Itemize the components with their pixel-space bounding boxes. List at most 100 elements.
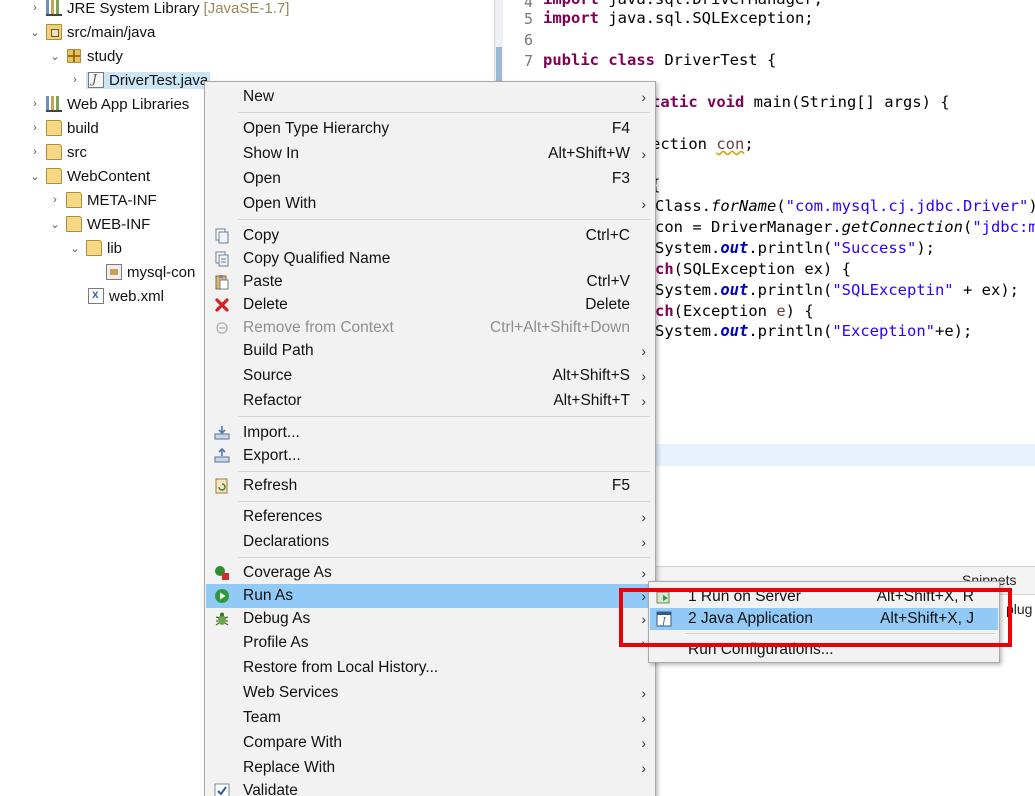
- menu-item-open-type-hierarchy[interactable]: Open Type Hierarchy F4: [206, 117, 654, 141]
- tree-item-label: study: [87, 47, 123, 65]
- expand-arrow-icon[interactable]: ›: [68, 73, 82, 87]
- code-line: import java.sql.SQLException;: [543, 9, 814, 27]
- menu-item-copy[interactable]: Copy Ctrl+C: [206, 224, 654, 248]
- submenu-arrow-icon: ›: [641, 685, 646, 701]
- tree-item-label: src: [67, 143, 87, 161]
- java-file-icon: [88, 72, 104, 88]
- menu-item-declarations[interactable]: Declarations ›: [206, 530, 654, 554]
- menu-item-source[interactable]: Source Alt+Shift+S ›: [206, 364, 654, 388]
- expand-arrow-icon[interactable]: ›: [28, 121, 42, 135]
- tree-item-label: lib: [107, 239, 123, 257]
- folder-icon: [46, 144, 62, 160]
- menu-item-compare-with[interactable]: Compare With ›: [206, 731, 654, 755]
- tree-item-build[interactable]: › build: [28, 116, 99, 140]
- menu-item-team[interactable]: Team ›: [206, 706, 654, 730]
- menu-item-run-as[interactable]: Run As ›: [206, 584, 654, 608]
- tree-item-label: META-INF: [87, 191, 157, 209]
- tree-item-label: WebContent: [67, 167, 151, 185]
- tree-item-web-app-libraries[interactable]: › Web App Libraries: [28, 92, 189, 116]
- menu-item-build-path[interactable]: Build Path ›: [206, 339, 654, 363]
- code-line: public class DriverTest {: [543, 51, 777, 69]
- submenu-arrow-icon: ›: [641, 735, 646, 751]
- menu-item-refactor[interactable]: Refactor Alt+Shift+T ›: [206, 389, 654, 413]
- tree-item-src[interactable]: › src: [28, 140, 87, 164]
- context-menu: New › Open Type Hierarchy F4 Show In Alt…: [204, 81, 656, 796]
- line-number: 6: [523, 31, 533, 49]
- menu-item-import[interactable]: Import...: [206, 421, 654, 445]
- package-icon: [67, 49, 81, 63]
- tree-item-label: build: [67, 119, 99, 137]
- expand-arrow-icon[interactable]: ›: [28, 1, 42, 15]
- folder-icon: [46, 168, 62, 184]
- menu-separator: [238, 557, 650, 558]
- submenu-arrow-icon: ›: [641, 146, 646, 162]
- menu-item-new[interactable]: New ›: [206, 85, 654, 109]
- tree-item-meta-inf[interactable]: › META-INF: [48, 188, 157, 212]
- menu-item-delete[interactable]: Delete Delete: [206, 293, 654, 317]
- collapse-arrow-icon[interactable]: ⌄: [48, 49, 62, 63]
- collapse-arrow-icon[interactable]: ⌄: [28, 169, 42, 183]
- line-number: 5: [523, 10, 533, 28]
- submenu-arrow-icon: ›: [641, 509, 646, 525]
- menu-item-replace-with[interactable]: Replace With ›: [206, 756, 654, 780]
- menu-item-references[interactable]: References ›: [206, 505, 654, 529]
- coverage-icon: [214, 565, 230, 581]
- folder-icon: [66, 192, 82, 208]
- menu-separator: [238, 471, 650, 472]
- refresh-icon: [214, 478, 230, 494]
- code-line: System.out.println("Exception"+e);: [655, 322, 973, 340]
- code-line: import java.sql.DriverManager;: [543, 0, 823, 8]
- tree-item-mysql-jar[interactable]: mysql-con: [106, 260, 195, 284]
- menu-item-paste[interactable]: Paste Ctrl+V: [206, 270, 654, 294]
- menu-item-open[interactable]: Open F3: [206, 167, 654, 191]
- submenu-arrow-icon: ›: [641, 393, 646, 409]
- menu-item-coverage-as[interactable]: Coverage As ›: [206, 561, 654, 585]
- menu-item-debug-as[interactable]: Debug As ›: [206, 607, 654, 631]
- tree-item-webcontent[interactable]: ⌄ WebContent: [28, 164, 150, 188]
- submenu-arrow-icon: ›: [641, 343, 646, 359]
- selected-tree-item[interactable]: DriverTest.java: [86, 71, 211, 89]
- validate-check-icon: [214, 783, 230, 796]
- library-icon: [46, 0, 62, 16]
- tree-item-label: Web App Libraries: [67, 95, 190, 113]
- tree-item-jre-library[interactable]: › JRE System Library [JavaSE-1.7]: [28, 0, 289, 20]
- tree-item-label: WEB-INF: [87, 215, 151, 233]
- menu-item-validate[interactable]: Validate: [206, 779, 654, 796]
- code-line: con = DriverManager.getConnection("jdbc:…: [655, 218, 1035, 236]
- menu-item-copy-qualified-name[interactable]: Copy Qualified Name: [206, 247, 654, 271]
- submenu-arrow-icon: ›: [641, 760, 646, 776]
- menu-separator: [238, 501, 650, 502]
- run-icon: [214, 588, 230, 604]
- menu-item-restore-local-history[interactable]: Restore from Local History...: [206, 656, 654, 680]
- tree-item-drivertest[interactable]: › DriverTest.java: [68, 68, 211, 92]
- tree-item-web-xml[interactable]: web.xml: [88, 284, 164, 308]
- line-number: 7: [523, 52, 533, 70]
- submenu-arrow-icon: ›: [641, 710, 646, 726]
- tree-item-study[interactable]: ⌄ study: [48, 44, 123, 68]
- tree-item-src-main-java[interactable]: ⌄ src/main/java: [28, 20, 155, 44]
- collapse-arrow-icon[interactable]: ⌄: [68, 241, 82, 255]
- expand-arrow-icon[interactable]: ›: [28, 145, 42, 159]
- menu-item-show-in[interactable]: Show In Alt+Shift+W ›: [206, 142, 654, 166]
- code-line: ch(Exception e) {: [655, 302, 814, 320]
- expand-arrow-icon[interactable]: ›: [28, 97, 42, 111]
- code-line: Class.forName("com.mysql.cj.jdbc.Driver"…: [655, 197, 1035, 215]
- code-line: ection con;: [651, 135, 754, 153]
- copy-qualified-icon: [214, 251, 230, 267]
- menu-item-export[interactable]: Export...: [206, 444, 654, 468]
- menu-item-profile-as[interactable]: Profile As ›: [206, 631, 654, 655]
- tree-item-web-inf[interactable]: ⌄ WEB-INF: [48, 212, 150, 236]
- import-icon: [214, 425, 230, 441]
- tree-item-label: mysql-con: [127, 263, 196, 281]
- menu-item-web-services[interactable]: Web Services ›: [206, 681, 654, 705]
- menu-item-open-with[interactable]: Open With ›: [206, 192, 654, 216]
- collapse-arrow-icon[interactable]: ⌄: [48, 217, 62, 231]
- tree-item-lib[interactable]: ⌄ lib: [68, 236, 122, 260]
- current-line-highlight: [655, 444, 1035, 466]
- submenu-arrow-icon: ›: [641, 89, 646, 105]
- collapse-arrow-icon[interactable]: ⌄: [28, 25, 42, 39]
- expand-arrow-icon[interactable]: ›: [48, 193, 62, 207]
- menu-item-refresh[interactable]: Refresh F5: [206, 474, 654, 498]
- folder-icon: [86, 240, 102, 256]
- submenu-arrow-icon: ›: [641, 368, 646, 384]
